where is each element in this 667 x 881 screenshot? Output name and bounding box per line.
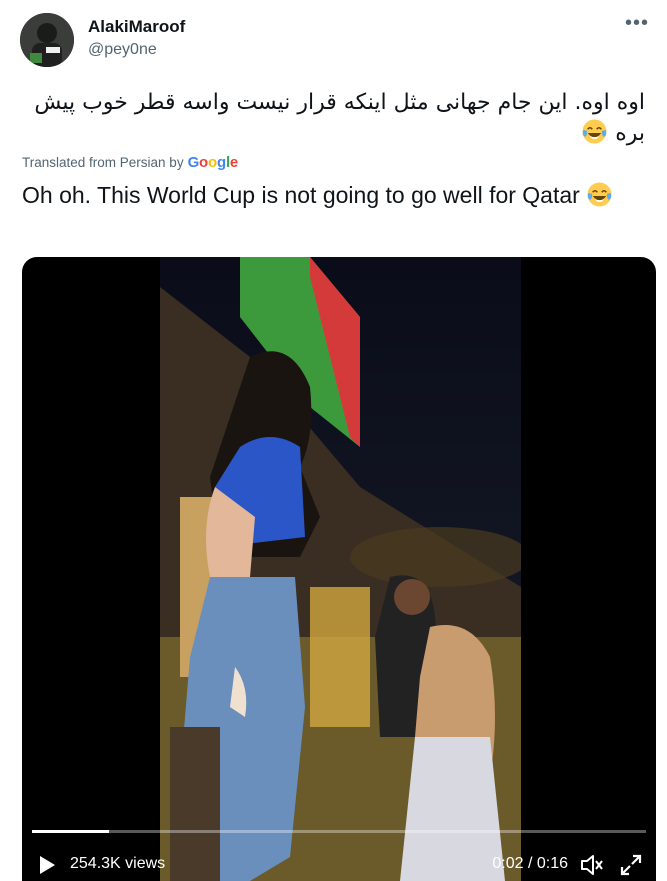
translation-text: Oh oh. This World Cup is not going to go… (22, 182, 580, 208)
avatar[interactable] (20, 13, 74, 67)
video-time: 0:02 / 0:16 (492, 855, 568, 872)
fullscreen-icon[interactable] (620, 854, 642, 876)
tweet-original-text: اوه اوه. این جام جهانی مثل اینکه قرار نی… (22, 88, 645, 149)
play-icon[interactable] (37, 855, 57, 875)
more-options-icon[interactable]: ••• (625, 12, 649, 35)
original-text: اوه اوه. این جام جهانی مثل اینکه قرار نی… (34, 90, 645, 146)
volume-icon[interactable] (580, 854, 604, 876)
display-name[interactable]: AlakiMaroof (88, 17, 185, 37)
video-frame (160, 257, 521, 881)
translated-from-label: Translated from Persian by (22, 155, 184, 170)
view-count: 254.3K views (70, 855, 166, 872)
progress-bar[interactable] (32, 830, 646, 833)
tweet-translation-text: Oh oh. This World Cup is not going to go… (22, 180, 647, 211)
translation-attribution[interactable]: Translated from Persian by Google (22, 154, 238, 171)
face-with-tears-of-joy-icon (587, 182, 612, 207)
google-logo: Google (187, 154, 239, 171)
face-with-tears-of-joy-icon (582, 119, 607, 144)
video-player[interactable]: 254.3K views 0:02 / 0:16 (22, 257, 656, 881)
user-handle[interactable]: @pey0ne (88, 41, 157, 59)
progress-fill (32, 830, 109, 833)
